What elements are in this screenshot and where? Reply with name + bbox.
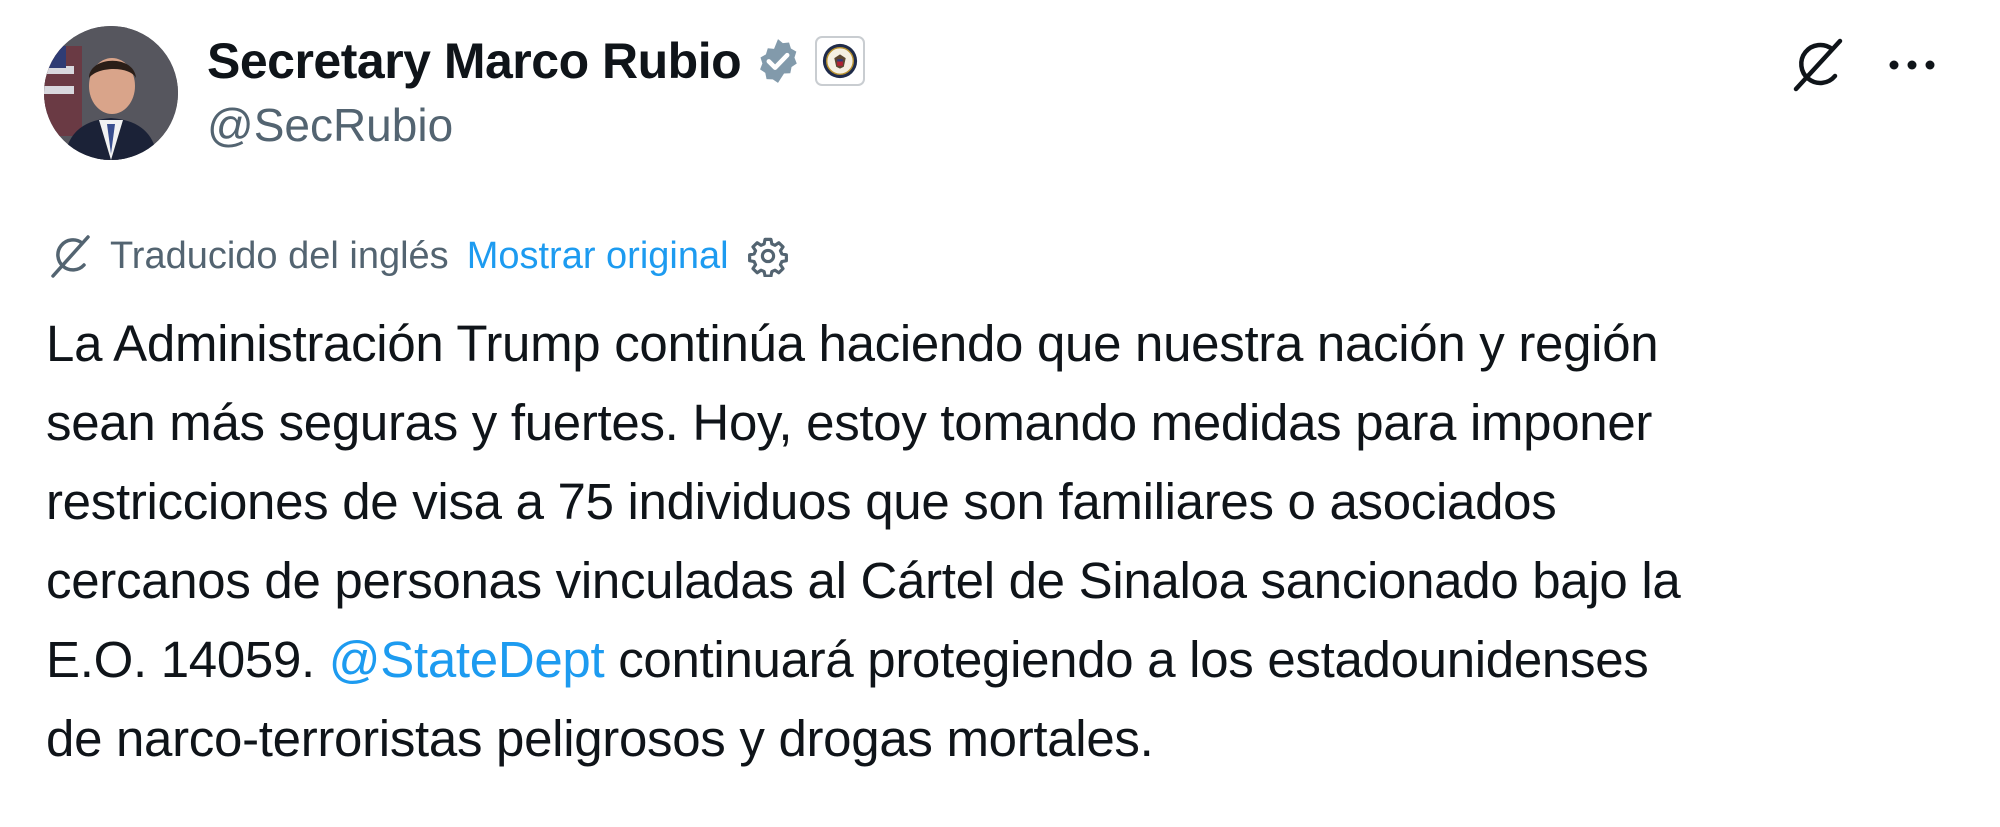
translated-from-label: Traducido del inglés xyxy=(110,234,449,277)
tweet-text-line: La Administración Trump continúa haciend… xyxy=(46,315,1659,372)
mention-link-statedept[interactable]: @StateDept xyxy=(329,631,605,688)
tweet-card: Secretary Marco Rubio @SecRubio Traducid… xyxy=(0,0,2000,827)
more-options-icon xyxy=(1889,60,1935,70)
translation-bar: Traducido del inglés Mostrar original xyxy=(46,230,789,282)
show-original-link[interactable]: Mostrar original xyxy=(467,235,729,278)
tweet-text-segment: E.O. 14059. xyxy=(46,631,329,688)
tweet-text-line: sean más seguras y fuertes. Hoy, estoy t… xyxy=(46,394,1653,451)
tweet-text-segment: continuará protegiendo a los estadounide… xyxy=(604,631,1649,688)
settings-gear-icon[interactable] xyxy=(747,235,789,277)
verified-badge-icon[interactable] xyxy=(753,36,803,86)
state-department-seal-icon[interactable] xyxy=(815,36,866,86)
tweet-text-line: restricciones de visa a 75 individuos qu… xyxy=(46,473,1557,530)
grok-button[interactable] xyxy=(1786,33,1850,97)
tweet-text-line: E.O. 14059. @StateDept continuará proteg… xyxy=(46,620,1986,699)
more-options-button[interactable] xyxy=(1880,33,1944,97)
avatar[interactable] xyxy=(44,26,178,160)
avatar-photo xyxy=(44,26,178,160)
tweet-text: La Administración Trump continúa haciend… xyxy=(46,304,1986,778)
author-name-row: Secretary Marco Rubio xyxy=(207,26,866,96)
author-display-name[interactable]: Secretary Marco Rubio xyxy=(207,32,742,90)
author-handle[interactable]: @SecRubio xyxy=(207,98,453,152)
tweet-text-line: de narco-terroristas peligrosos y drogas… xyxy=(46,710,1154,767)
translate-icon xyxy=(51,235,90,278)
tweet-text-line: cercanos de personas vinculadas al Cárte… xyxy=(46,552,1681,609)
grok-icon xyxy=(1793,38,1843,92)
